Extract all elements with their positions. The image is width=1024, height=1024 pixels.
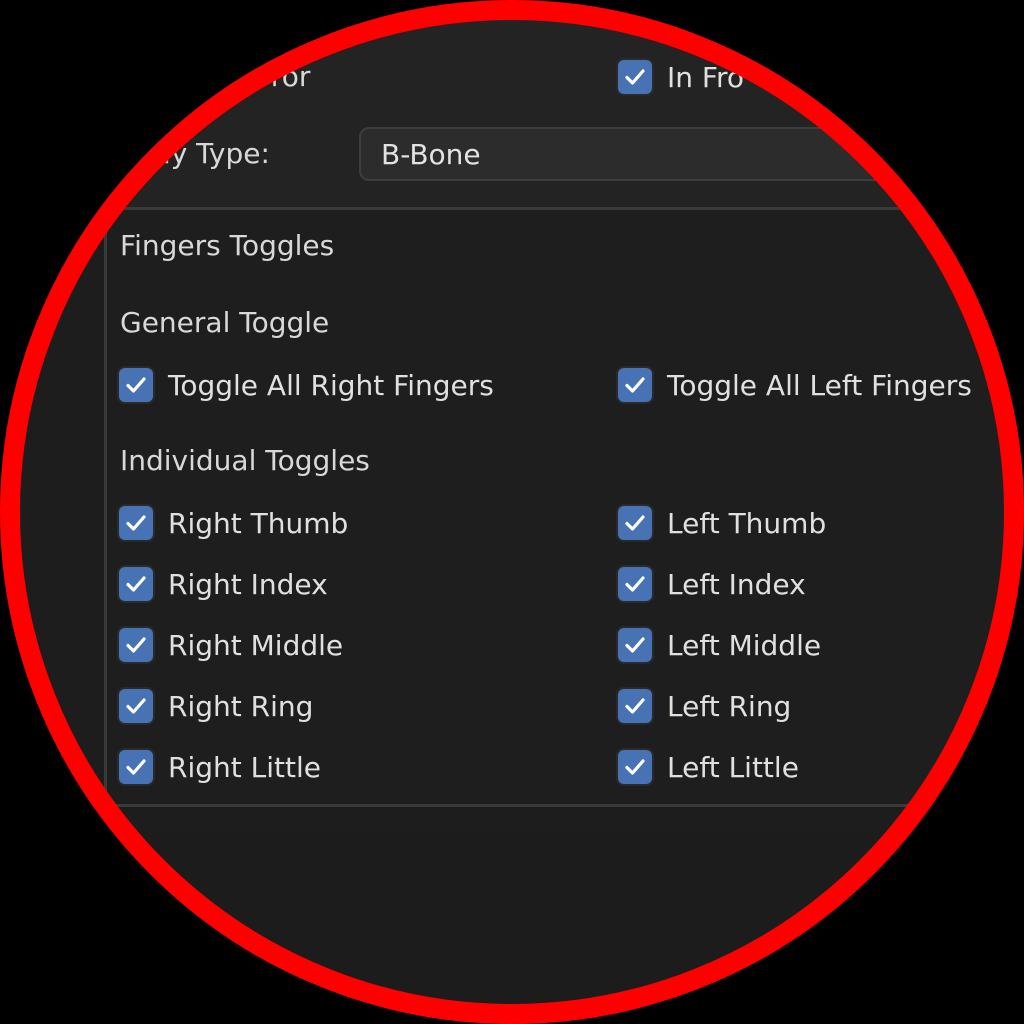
toggle-all-right-checkbox[interactable]: Toggle All Right Fingers <box>119 365 494 405</box>
right-ring-label: Right Ring <box>168 689 314 723</box>
checkmark-icon[interactable] <box>119 750 153 784</box>
in-front-checkbox[interactable]: In Fro <box>618 57 744 97</box>
left-ring-checkbox[interactable]: Left Ring <box>618 686 791 726</box>
individual-toggles-heading: Individual Toggles <box>120 444 370 477</box>
checkmark-icon[interactable] <box>618 506 652 540</box>
checkmark-icon[interactable] <box>119 506 153 540</box>
toggle-all-right-label: Toggle All Right Fingers <box>168 368 494 402</box>
right-middle-checkbox[interactable]: Right Middle <box>119 625 343 665</box>
blender-properties-panel: irror In Fro play Type: B-Bone Fingers T… <box>8 8 1016 1016</box>
left-middle-label: Left Middle <box>667 628 822 662</box>
left-ring-label: Left Ring <box>667 689 792 723</box>
checkmark-icon[interactable] <box>618 60 652 94</box>
right-thumb-checkbox[interactable]: Right Thumb <box>119 503 348 543</box>
right-ring-checkbox[interactable]: Right Ring <box>119 686 313 726</box>
checkmark-icon[interactable] <box>618 689 652 723</box>
checkmark-icon[interactable] <box>618 628 652 662</box>
toggle-all-left-label: Toggle All Left Fingers <box>667 368 972 402</box>
mirror-label[interactable]: irror <box>252 60 310 94</box>
checkmark-icon[interactable] <box>119 689 153 723</box>
left-thumb-checkbox[interactable]: Left Thumb <box>618 503 826 543</box>
right-little-checkbox[interactable]: Right Little <box>119 747 321 787</box>
left-little-checkbox[interactable]: Left Little <box>618 747 799 787</box>
checkmark-icon[interactable] <box>618 368 652 402</box>
left-index-label: Left Index <box>667 567 806 601</box>
display-type-label: play Type: <box>128 137 270 170</box>
left-little-label: Left Little <box>667 750 799 784</box>
right-little-label: Right Little <box>168 750 321 784</box>
general-toggle-heading: General Toggle <box>120 306 330 339</box>
checkmark-icon[interactable] <box>618 750 652 784</box>
magnifier-lens: irror In Fro play Type: B-Bone Fingers T… <box>8 8 1016 1016</box>
display-type-dropdown[interactable]: B-Bone <box>359 127 1016 181</box>
left-index-checkbox[interactable]: Left Index <box>618 564 806 604</box>
checkmark-icon[interactable] <box>119 628 153 662</box>
left-thumb-label: Left Thumb <box>667 506 827 540</box>
screenshot-frame: irror In Fro play Type: B-Bone Fingers T… <box>0 0 1024 1024</box>
checkmark-icon[interactable] <box>618 567 652 601</box>
display-type-value: B-Bone <box>381 138 481 171</box>
right-thumb-label: Right Thumb <box>168 506 349 540</box>
right-index-checkbox[interactable]: Right Index <box>119 564 328 604</box>
left-middle-checkbox[interactable]: Left Middle <box>618 625 821 665</box>
right-middle-label: Right Middle <box>168 628 344 662</box>
panel-title: Fingers Toggles <box>120 229 335 262</box>
right-index-label: Right Index <box>168 567 328 601</box>
panel-footer-area <box>8 830 1016 1016</box>
checkmark-icon[interactable] <box>119 368 153 402</box>
checkmark-icon[interactable] <box>119 567 153 601</box>
in-front-label: In Fro <box>667 60 744 94</box>
toggle-all-left-checkbox[interactable]: Toggle All Left Fingers <box>618 365 972 405</box>
